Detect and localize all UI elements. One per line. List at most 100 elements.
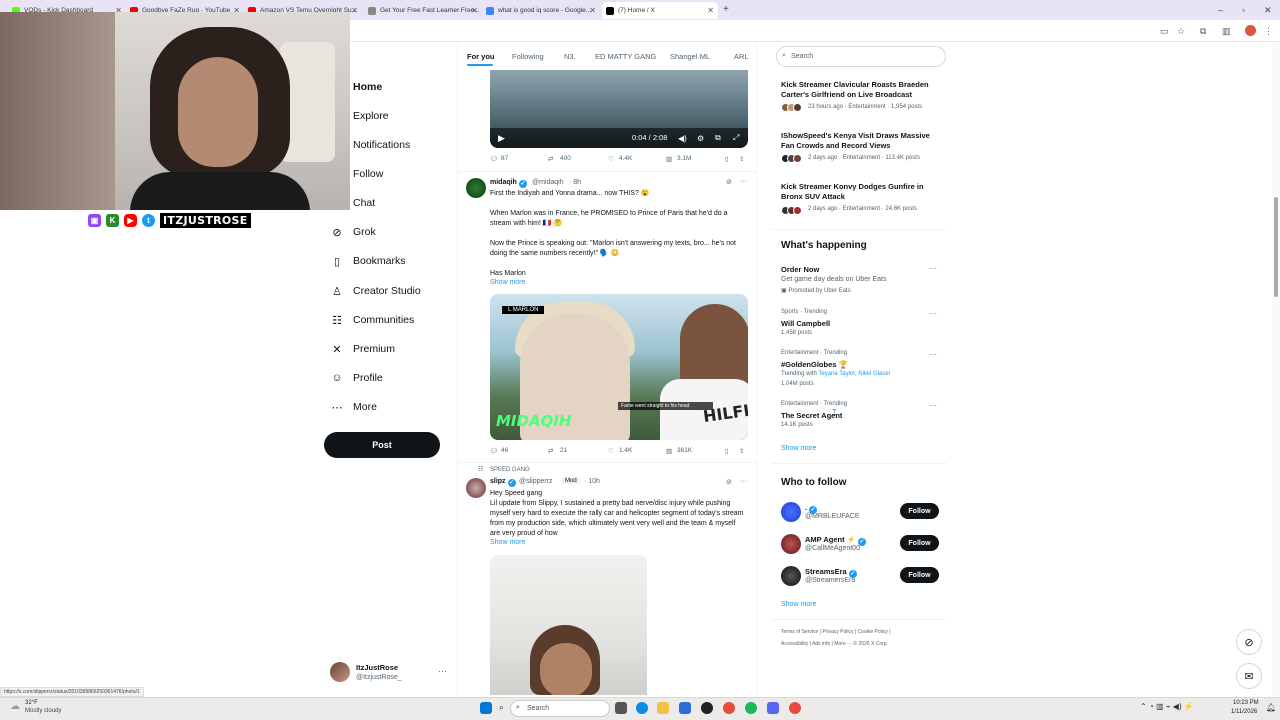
- tab-arl[interactable]: ARL: [734, 52, 749, 61]
- footer-link-more[interactable]: More ···: [834, 641, 852, 647]
- avatar[interactable]: [466, 178, 486, 198]
- tweet-author-handle[interactable]: @midaqih: [532, 179, 564, 186]
- play-icon[interactable]: ▶: [498, 133, 505, 144]
- tweet-author-name[interactable]: midaqih ✓: [490, 179, 527, 188]
- settings-icon[interactable]: ⚙: [697, 134, 704, 143]
- menu-icon[interactable]: ⋮: [1264, 26, 1273, 37]
- search-input[interactable]: Search: [791, 53, 813, 60]
- trend-name[interactable]: Order Now: [781, 265, 819, 274]
- page-scrollbar[interactable]: [1272, 42, 1280, 697]
- bookmark-icon[interactable]: ▯: [725, 155, 729, 163]
- weather-temperature[interactable]: 32°F: [25, 700, 38, 706]
- footer-link-privacy[interactable]: Privacy Policy: [822, 629, 853, 635]
- show-more-link[interactable]: Show more: [490, 279, 525, 286]
- news-headline[interactable]: Kick Streamer Clavicular Roasts Braeden …: [781, 80, 941, 100]
- tweet-author-handle[interactable]: @slipperrz: [519, 478, 553, 485]
- tweet-image[interactable]: L MARLON Fame went straight to his head …: [490, 294, 748, 440]
- news-headline[interactable]: IShowSpeed's Kenya Visit Draws Massive F…: [781, 131, 941, 151]
- more-icon[interactable]: ···: [740, 478, 747, 485]
- sidebar-item-grok[interactable]: ⊘ Grok: [330, 221, 375, 243]
- grok-icon[interactable]: ⊘: [726, 478, 732, 486]
- profile-avatar-icon[interactable]: [1245, 25, 1256, 36]
- file-explorer-icon[interactable]: [657, 702, 669, 714]
- views-icon[interactable]: ▥: [666, 155, 672, 163]
- sidebar-item-more[interactable]: ⋯ More: [330, 396, 377, 418]
- follow-button[interactable]: Follow: [900, 535, 939, 551]
- video-player[interactable]: ▶ 0:04 / 2:08 ◀) ⚙ ⧉ ⤢: [490, 70, 748, 148]
- tab-n3[interactable]: N3.: [564, 52, 576, 61]
- repost-icon[interactable]: ⇄: [548, 447, 553, 455]
- store-icon[interactable]: [679, 702, 691, 714]
- reply-icon[interactable]: 💬︎: [490, 447, 498, 455]
- trend-name[interactable]: #GoldenGlobes 🏆: [781, 360, 848, 369]
- avatar[interactable]: [781, 534, 801, 554]
- sidebar-item-profile[interactable]: ☺ Profile: [330, 367, 382, 389]
- new-tab-button[interactable]: +: [723, 4, 729, 15]
- share-icon[interactable]: ⇪: [739, 155, 744, 163]
- follow-button[interactable]: Follow: [900, 567, 939, 583]
- sidebar-item-communities[interactable]: ☷ Communities: [330, 309, 414, 331]
- close-icon[interactable]: ✕: [707, 6, 714, 15]
- cast-icon[interactable]: ▭: [1160, 26, 1169, 37]
- tab-shangel-ml[interactable]: Shangel ML: [670, 52, 710, 61]
- tweet-author-name[interactable]: slipz ✓: [490, 478, 516, 487]
- news-headline[interactable]: Kick Streamer Konvy Dodges Gunfire in Br…: [781, 182, 941, 202]
- search-box[interactable]: ⌕ Search: [776, 46, 946, 67]
- avatar[interactable]: [781, 502, 801, 522]
- like-icon[interactable]: ♡: [608, 447, 614, 455]
- tab-ed-matty-gang[interactable]: ED MATTY GANG: [595, 52, 656, 61]
- footer-link-accessibility[interactable]: Accessibility: [781, 641, 808, 647]
- sidebar-item-follow[interactable]: Follow: [353, 163, 383, 185]
- show-more-link[interactable]: Show more: [781, 445, 816, 452]
- sidebar-item-home[interactable]: Home: [353, 76, 382, 98]
- chrome-icon[interactable]: [789, 702, 801, 714]
- share-icon[interactable]: ⇪: [739, 447, 744, 455]
- close-window-icon[interactable]: ✕: [1264, 5, 1272, 16]
- minimize-icon[interactable]: –: [1218, 5, 1223, 15]
- sidebar-item-notifications[interactable]: Notifications: [353, 134, 410, 156]
- tweet-time[interactable]: · 10h: [584, 478, 600, 485]
- more-icon[interactable]: ···: [740, 178, 747, 185]
- sidebar-item-bookmarks[interactable]: ▯ Bookmarks: [330, 250, 406, 272]
- sidebar-item-premium[interactable]: ✕ Premium: [330, 338, 395, 360]
- grok-floating-button[interactable]: ⊘: [1236, 629, 1262, 655]
- show-more-link[interactable]: Show more: [490, 539, 525, 546]
- spotify-icon[interactable]: [745, 702, 757, 714]
- tray-icons[interactable]: ⌃ ◔ ▥ ⌁ ◀) ⚡: [1140, 702, 1194, 711]
- post-button[interactable]: Post: [324, 432, 440, 458]
- close-icon[interactable]: ✕: [471, 6, 478, 15]
- weather-description[interactable]: Mostly cloudy: [25, 708, 61, 714]
- views-icon[interactable]: ▥: [666, 447, 672, 455]
- close-icon[interactable]: ✕: [351, 6, 358, 15]
- chrome-icon[interactable]: [723, 702, 735, 714]
- footer-link-ads-info[interactable]: Ads info: [812, 641, 830, 647]
- tab-following[interactable]: Following: [512, 52, 544, 61]
- extensions-icon[interactable]: ⧉: [1200, 26, 1206, 37]
- fullscreen-icon[interactable]: ⤢: [733, 133, 739, 143]
- maximize-icon[interactable]: ▫: [1242, 5, 1245, 15]
- star-icon[interactable]: ☆: [1177, 26, 1185, 37]
- clock-date[interactable]: 1/11/2026: [1231, 709, 1257, 715]
- account-switcher[interactable]: ItzJustRose @ItzjustRose_ ···: [330, 661, 450, 685]
- trend-related-links[interactable]: Teyana Taylor, Nikki Glaser: [818, 371, 890, 377]
- more-icon[interactable]: ···: [929, 350, 937, 359]
- tweet-time[interactable]: · 8h: [569, 179, 581, 186]
- community-label[interactable]: SPEED GANG: [490, 467, 530, 473]
- avatar[interactable]: [466, 478, 486, 498]
- volume-icon[interactable]: ◀): [678, 134, 687, 143]
- like-icon[interactable]: ♡: [608, 155, 614, 163]
- start-icon[interactable]: [480, 702, 492, 714]
- taskbar-search[interactable]: ⌕ Search: [510, 700, 610, 717]
- more-icon[interactable]: ···: [438, 666, 447, 676]
- obs-icon[interactable]: [701, 702, 713, 714]
- sidebar-item-creator-studio[interactable]: ♙ Creator Studio: [330, 280, 421, 302]
- task-view-icon[interactable]: [615, 702, 627, 714]
- more-icon[interactable]: ···: [929, 401, 937, 410]
- more-icon[interactable]: ···: [929, 264, 937, 273]
- bookmark-icon[interactable]: ▯: [725, 447, 729, 455]
- browser-tab[interactable]: Get Your Free Fast Learner Free... ✕: [364, 2, 482, 19]
- avatar[interactable]: [781, 566, 801, 586]
- browser-tab[interactable]: what is good iq score - Google... ✕: [482, 2, 600, 19]
- follow-button[interactable]: Follow: [900, 503, 939, 519]
- sidebar-icon[interactable]: ▥: [1222, 26, 1231, 37]
